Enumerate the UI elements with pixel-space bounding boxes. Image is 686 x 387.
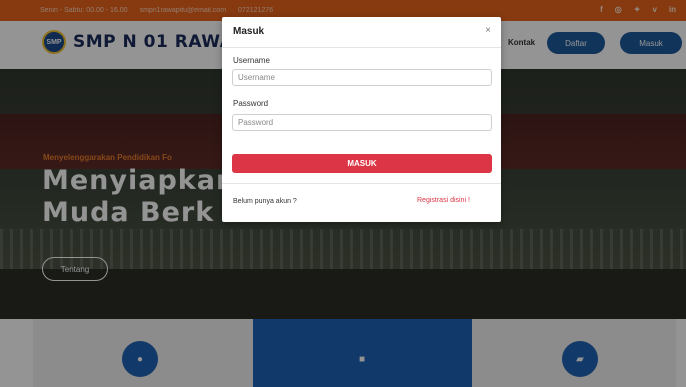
password-input[interactable]	[232, 114, 492, 131]
username-label: Username	[233, 56, 270, 65]
password-label: Password	[233, 99, 269, 108]
register-link[interactable]: Registrasi disini !	[417, 197, 470, 204]
modal-title: Masuk	[233, 26, 265, 37]
login-submit-button[interactable]: MASUK	[232, 154, 492, 173]
no-account-text: Belum punya akun ?	[233, 198, 297, 205]
close-icon[interactable]: ×	[485, 25, 491, 36]
modal-header: Masuk ×	[222, 17, 501, 48]
modal-footer-divider	[222, 183, 501, 184]
username-input[interactable]	[232, 69, 492, 86]
login-modal: Masuk × Username Password MASUK Belum pu…	[222, 17, 501, 222]
